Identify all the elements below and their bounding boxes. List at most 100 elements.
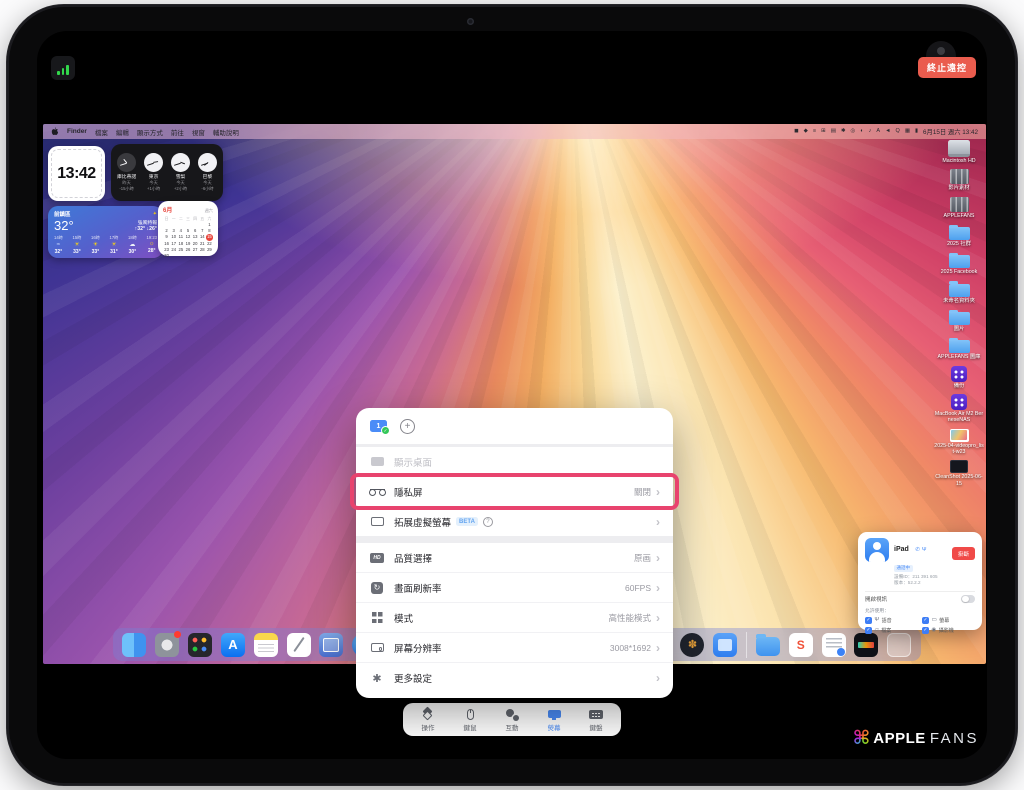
world-clock-widget[interactable]: 庫比蒂諾昨天-15小時東京今天+1小時雪梨今天+2小時巴黎今天-6小時 — [111, 144, 223, 201]
desktop-icon[interactable]: CleanShot 2025-06-15 — [933, 460, 985, 487]
clock-widget[interactable]: 13:42 — [48, 146, 105, 201]
desktop-icon[interactable]: 未命名資料夾 — [933, 281, 985, 304]
focus-icon[interactable]: ◐ — [860, 129, 863, 135]
add-display-button[interactable]: + — [400, 419, 415, 434]
finder-dock-icon[interactable] — [122, 633, 146, 657]
help-icon[interactable]: ? — [483, 517, 493, 527]
mirror-dock-icon[interactable] — [713, 633, 737, 657]
vpn-icon[interactable]: ≡ — [813, 129, 816, 135]
folder-icon — [949, 312, 970, 325]
permission-item[interactable]: ▭螢幕 — [922, 617, 975, 624]
clock-face-icon — [144, 153, 163, 172]
chevron-right-icon: › — [656, 516, 660, 528]
menubar-item[interactable]: 檔案 — [95, 127, 108, 137]
cloud-icon: ☁ — [129, 242, 135, 248]
menubar-item[interactable]: 顯示方式 — [137, 127, 163, 137]
menu-row-privacy-screen[interactable]: 隱私屏關閉› — [356, 476, 673, 506]
tab-互動[interactable]: 互動 — [505, 708, 520, 732]
launchpad-dock-icon[interactable] — [188, 633, 212, 657]
stage-manager-icon[interactable]: ▤ — [831, 129, 836, 135]
menu-row-refresh-rate[interactable]: 畫面刷新率60FPS› — [356, 572, 673, 602]
checkbox-checked-icon[interactable] — [865, 627, 872, 634]
weather-widget[interactable]: 前鎮區 ✦ 32° 強風特報 ↑32° ↓26° 14時≈32°15時☀33°1… — [48, 206, 163, 258]
hangup-button[interactable]: 掛斷 — [952, 547, 975, 560]
forecast-hour: 16時☀33° — [91, 235, 100, 255]
chevron-right-icon: › — [656, 612, 660, 624]
weather-temp: 32° — [54, 219, 74, 232]
row-value: 高性能模式 — [608, 612, 651, 624]
menu-row-resolution[interactable]: 屏幕分辨率3008*1692› — [356, 632, 673, 662]
widget-dock-icon[interactable] — [854, 633, 878, 657]
appstore-dock-icon[interactable] — [221, 633, 245, 657]
settings-icon[interactable]: ✱ — [841, 129, 846, 135]
trash-dock-icon[interactable] — [887, 633, 911, 657]
calendar-day[interactable]: 30 — [163, 253, 170, 259]
desktop-icon[interactable]: 2025-04-videopro_list-w23 — [933, 429, 985, 456]
desktop-icon[interactable]: APPLEFANS — [933, 197, 985, 219]
desktop-icon[interactable]: 2025 社群 — [933, 224, 985, 247]
apple-menu-icon[interactable] — [51, 127, 59, 136]
device-version: 版本：52.2.2 — [894, 580, 938, 586]
menu-row-extend-virtual-display[interactable]: 拓展虛擬螢幕BETA?› — [356, 506, 673, 536]
menubar-item[interactable]: 輔助說明 — [213, 127, 239, 137]
calendar-day — [170, 253, 177, 259]
player-dock-icon[interactable] — [680, 633, 704, 657]
window-icon[interactable]: ⊞ — [821, 129, 826, 135]
menubar-item[interactable]: 視窗 — [192, 127, 205, 137]
calendar-widget[interactable]: 6月 週六 日一二三四五六123456789101112131415161718… — [158, 201, 218, 256]
folder-icon: ▱ — [875, 628, 879, 634]
desktop-icon[interactable]: 圖片 — [933, 309, 985, 332]
tab-鍵盤[interactable]: 鍵盤 — [589, 708, 604, 732]
desktop-icon[interactable]: MacBook Air M2 BerneseNAS — [933, 394, 985, 424]
window-dock-icon[interactable] — [319, 633, 343, 657]
display-1-check-icon[interactable]: 1 — [370, 420, 387, 432]
video-toggle-label: 開啟視訊 — [865, 595, 887, 603]
control-center-icon[interactable]: ▦ — [905, 129, 910, 135]
end-remote-button[interactable]: 終止遠控 — [918, 57, 976, 78]
menubar-left-items: Finder 檔案編輯顯示方式前往視窗輔助說明 — [51, 127, 239, 137]
desktop-icon[interactable]: 影片素材 — [933, 169, 985, 191]
time-machine-icon[interactable]: ◎ — [851, 129, 856, 135]
tab-熒幕[interactable]: 熒幕 — [547, 708, 562, 732]
checkbox-checked-icon[interactable] — [922, 627, 929, 634]
permissions-grid: Ψ語音 ▭螢幕 ▱檔案 ◉攝影機 — [865, 617, 975, 635]
tab-操作[interactable]: 操作 — [421, 708, 436, 732]
display-icon — [547, 708, 562, 721]
settings-dock-icon[interactable] — [155, 633, 179, 657]
battery-icon[interactable]: ▮ — [915, 129, 918, 135]
menubar-item[interactable]: 前往 — [171, 127, 184, 137]
doc-dock-icon[interactable] — [822, 633, 846, 657]
folder-dock-icon[interactable] — [756, 637, 780, 656]
airplay-icon[interactable]: ◆ — [804, 129, 808, 135]
input-source-icon[interactable]: A — [876, 129, 880, 135]
desktop-icon[interactable]: 2025 Facebook — [933, 252, 985, 275]
menubar-item[interactable]: Finder — [67, 128, 87, 135]
spotlight-icon[interactable]: Q — [896, 129, 900, 135]
tab-鍵鼠[interactable]: 鍵鼠 — [463, 708, 478, 732]
menubar-datetime[interactable]: 6月15日 週六 13:42 — [923, 127, 978, 136]
recording-icon[interactable]: ◼ — [794, 129, 799, 135]
checkbox-checked-icon[interactable] — [865, 617, 872, 624]
video-toggle[interactable] — [961, 595, 975, 604]
textedit-dock-icon[interactable] — [287, 633, 311, 657]
permission-item[interactable]: ◉攝影機 — [922, 627, 975, 634]
calendar-day — [199, 253, 206, 259]
menu-row-mode[interactable]: 模式高性能模式› — [356, 602, 673, 632]
notes-dock-icon[interactable] — [254, 633, 278, 657]
desktop-icon[interactable]: 備份 — [933, 366, 985, 389]
desktop-icon[interactable]: APPLEFANS 圖庫 — [933, 337, 985, 360]
row-value: 3008*1692 — [610, 643, 651, 653]
music-icon[interactable]: ♪ — [869, 129, 872, 135]
desktop-icon[interactable]: Macintosh HD — [933, 140, 985, 164]
permission-item[interactable]: ▱檔案 — [865, 627, 918, 634]
checkbox-checked-icon[interactable] — [922, 617, 929, 624]
swift-dock-icon[interactable] — [789, 633, 813, 657]
calendar-day — [206, 253, 213, 259]
menu-row-more-settings[interactable]: 更多設定› — [356, 662, 673, 692]
weather-location: 前鎮區 — [54, 210, 71, 218]
wind-icon: ≈ — [57, 242, 60, 248]
volume-icon[interactable]: ◄ — [885, 129, 890, 135]
menubar-item[interactable]: 編輯 — [116, 127, 129, 137]
menu-row-quality[interactable]: 品質選擇原画› — [356, 543, 673, 572]
permission-item[interactable]: Ψ語音 — [865, 617, 918, 624]
